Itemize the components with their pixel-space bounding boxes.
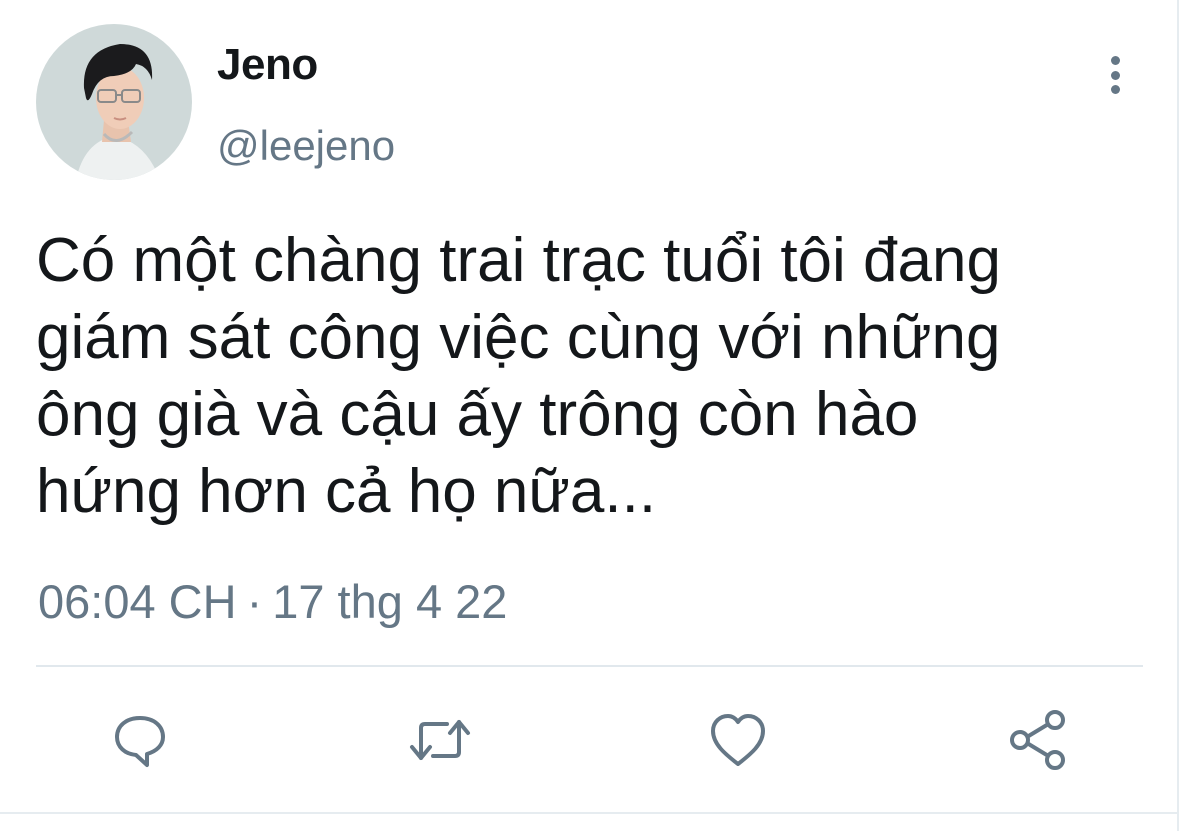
tweet-card: Jeno @leejeno Có một chàng trai trạc tuổ…	[0, 0, 1179, 831]
retweet-arrows-icon	[410, 720, 470, 760]
tweet-timestamp[interactable]: 06:04 CH · 17 thg 4 22	[38, 574, 507, 629]
share-button[interactable]	[1003, 705, 1073, 775]
heart-icon	[711, 714, 765, 766]
more-options-button[interactable]	[1094, 52, 1136, 98]
like-button[interactable]	[703, 705, 773, 775]
speech-bubble-icon	[115, 716, 165, 767]
tweet-date: 17 thg 4 22	[272, 575, 508, 628]
share-nodes-icon	[1010, 710, 1065, 770]
avatar[interactable]	[36, 24, 192, 180]
action-bar	[0, 705, 1179, 775]
timestamp-separator: ·	[246, 575, 263, 628]
tweet-text: Có một chàng trai trạc tuổi tôi đang giá…	[36, 226, 1001, 526]
author-handle[interactable]: @leejeno	[217, 122, 395, 170]
divider	[36, 665, 1143, 667]
reply-button[interactable]	[105, 705, 175, 775]
retweet-button[interactable]	[405, 705, 475, 775]
more-dot-icon	[1110, 70, 1120, 80]
bottom-divider	[0, 812, 1179, 814]
tweet-time: 06:04 CH	[38, 575, 237, 628]
avatar-image	[36, 24, 192, 180]
more-dot-icon	[1110, 85, 1120, 94]
more-dot-icon	[1110, 56, 1120, 65]
author-display-name[interactable]: Jeno	[217, 40, 318, 90]
